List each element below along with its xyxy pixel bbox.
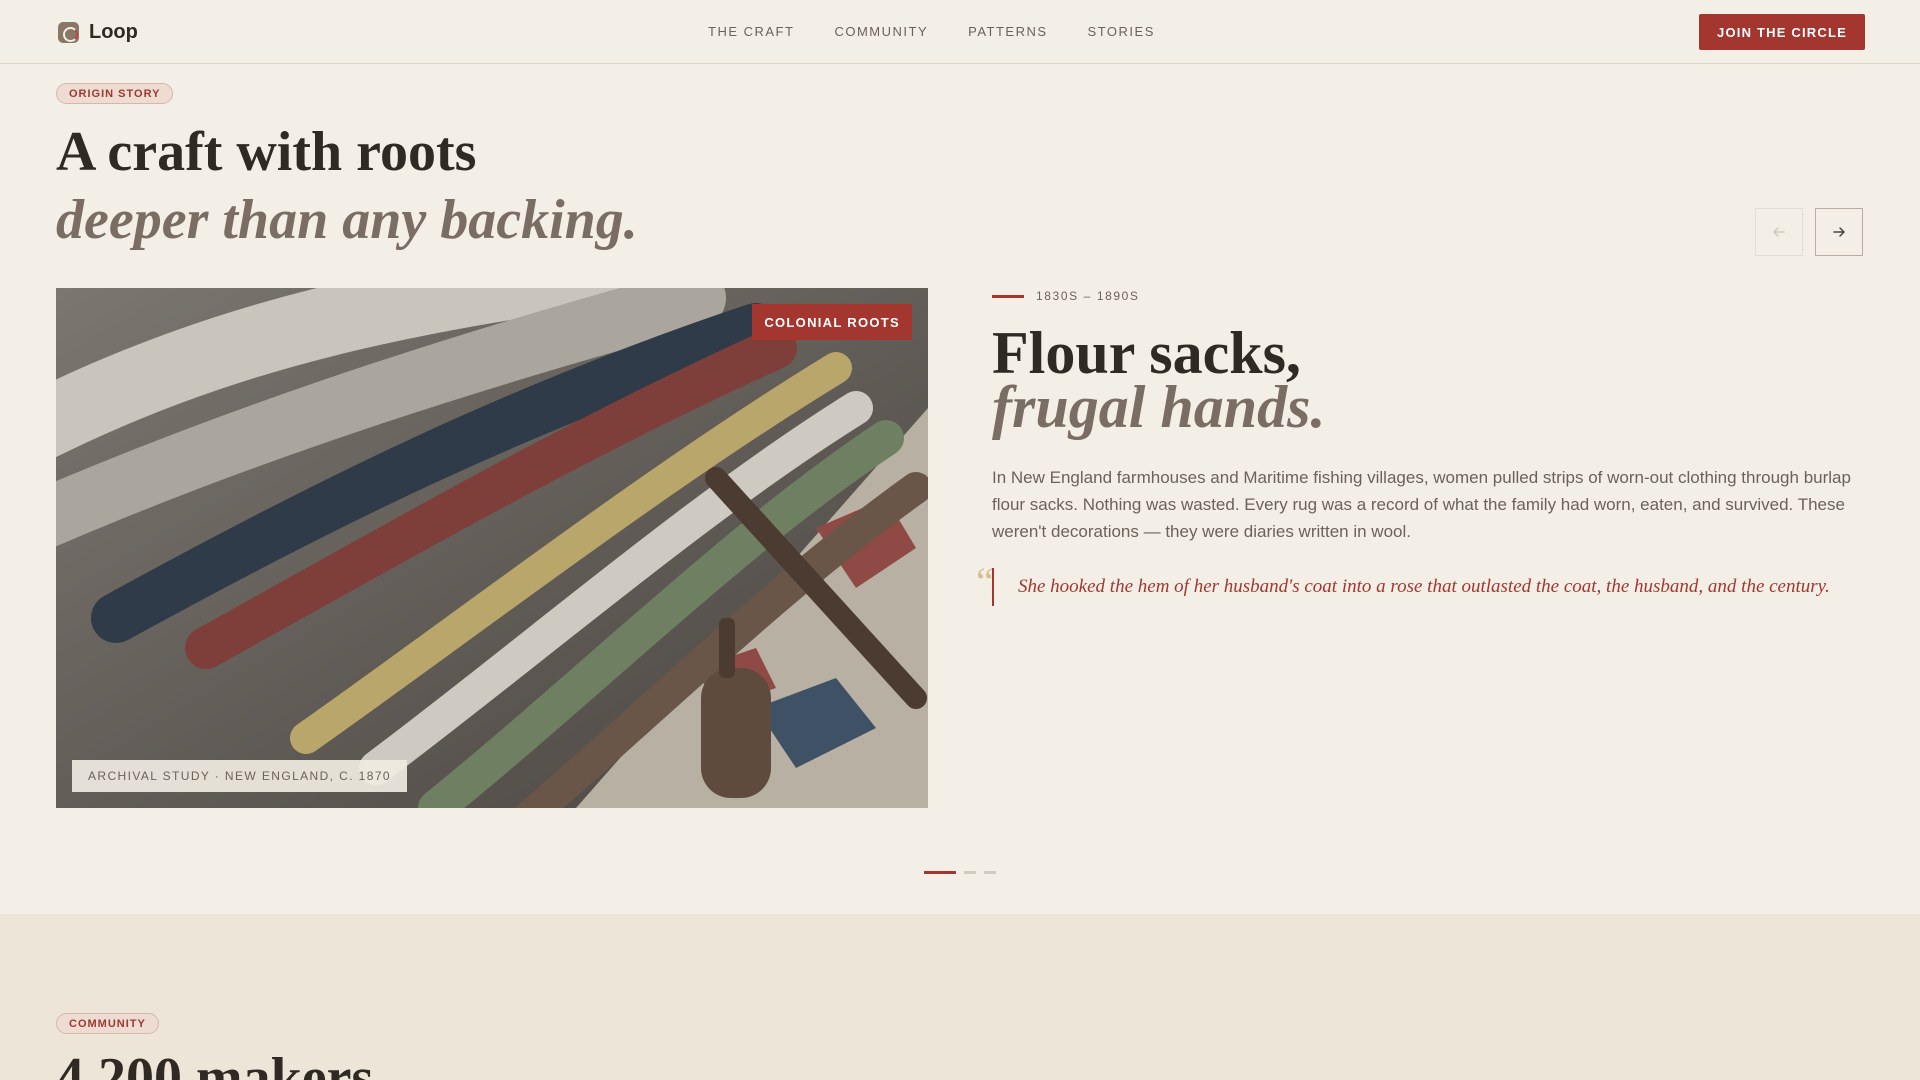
era-label: 1830S – 1890S [992,288,1140,304]
pager-dot-2[interactable] [964,871,976,874]
nav-item-stories[interactable]: STORIES [1088,24,1155,39]
brand-name: Loop [89,20,138,43]
carousel-next-button[interactable] [1815,208,1863,256]
carousel-pager [924,871,996,874]
join-the-circle-button[interactable]: JOIN THE CIRCLE [1699,14,1865,50]
slide-image: COLONIAL ROOTS ARCHIVAL STUDY · NEW ENGL… [56,288,928,808]
community-heading: 4,200 makers [56,1047,374,1080]
slide-title: Flour sacks, frugal hands. [992,323,1326,440]
pager-dot-3[interactable] [984,871,996,874]
era-divider [992,294,1024,298]
carousel-prev-button[interactable] [1755,208,1803,256]
colonial-roots-badge: COLONIAL ROOTS [752,304,912,340]
brand-logo[interactable]: Loop [58,20,138,44]
main-nav: THE CRAFT COMMUNITY PATTERNS STORIES [708,24,1155,39]
hero-heading-line2: deeper than any backing. [56,189,638,251]
nav-item-the-craft[interactable]: THE CRAFT [708,24,794,39]
origin-story-badge: ORIGIN STORY [56,83,174,104]
arrow-right-icon [1833,227,1845,237]
image-caption: ARCHIVAL STUDY · NEW ENGLAND, C. 1870 [72,760,407,792]
pager-dot-1[interactable] [924,871,956,874]
loop-logo-icon [58,21,79,43]
nav-item-community[interactable]: COMMUNITY [834,24,928,39]
community-badge: COMMUNITY [56,1013,159,1034]
slide-body: In New England farmhouses and Maritime f… [992,468,1851,541]
top-navigation: Loop THE CRAFT COMMUNITY PATTERNS STORIE… [0,0,1920,64]
wool-strips-illustration [56,288,928,808]
nav-item-patterns[interactable]: PATTERNS [968,24,1047,39]
arrow-left-icon [1773,227,1785,237]
slide-quote: She hooked the hem of her husband's coat… [992,568,1872,606]
hero-heading-line1: A craft with roots [56,121,477,183]
era-text: 1830S – 1890S [1036,289,1140,303]
hero-heading: A craft with roots deeper than any backi… [56,118,638,254]
slide-title-line2: frugal hands. [992,374,1326,440]
